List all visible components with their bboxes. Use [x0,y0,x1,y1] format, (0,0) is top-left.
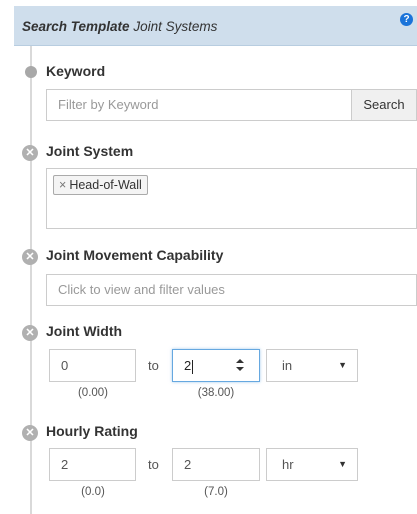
chevron-down-icon: ▼ [338,459,347,469]
hourly-rating-to-label: to [148,457,159,472]
joint-width-min-input[interactable]: 0 [49,349,136,382]
joint-width-unit-select[interactable]: in ▼ [266,349,358,382]
movement-label: Joint Movement Capability [46,247,224,263]
chevron-down-icon: ▼ [338,360,347,370]
keyword-bullet-icon [25,66,37,78]
keyword-label: Keyword [46,63,106,79]
joint-width-max-hint: (38.00) [197,387,235,399]
joint-system-tag: × Head-of-Wall [53,175,148,195]
keyword-input[interactable]: Filter by Keyword [46,89,352,121]
panel-title-subject: Joint Systems [133,19,218,34]
hourly-rating-min-hint: (0.0) [81,486,105,498]
panel-title: Search Template Joint Systems [22,19,217,34]
joint-width-unit-value: in [282,358,293,373]
hourly-rating-max-input[interactable]: 2 [172,448,260,481]
joint-width-label: Joint Width [46,323,123,339]
hourly-rating-label: Hourly Rating [46,423,138,439]
joint-system-label: Joint System [46,143,134,159]
remove-joint-width-icon[interactable]: ✕ [22,325,38,341]
panel-title-bold: Search Template [22,19,130,34]
hourly-rating-min-input[interactable]: 2 [49,448,136,481]
help-icon[interactable]: ? [400,13,413,26]
remove-movement-icon[interactable]: ✕ [22,249,38,265]
timeline-rail [30,46,32,514]
hourly-rating-max-hint: (7.0) [204,486,228,498]
joint-width-max-value: 2 [184,358,192,373]
remove-hourly-rating-icon[interactable]: ✕ [22,425,38,441]
hourly-rating-unit-value: hr [282,457,294,472]
tag-label: Head-of-Wall [69,178,142,192]
joint-width-min-hint: (0.00) [77,387,109,399]
joint-width-max-input[interactable]: 2 [172,349,260,382]
panel-header: Search Template Joint Systems ? [14,6,417,46]
search-button[interactable]: Search [352,89,417,121]
search-template-panel: Search Template Joint Systems ? Keyword … [0,0,417,514]
tag-remove-icon[interactable]: × [59,178,66,192]
hourly-rating-unit-select[interactable]: hr ▼ [266,448,358,481]
number-spinner-icon[interactable] [235,359,245,371]
joint-width-to-label: to [148,358,159,373]
text-cursor [192,359,194,374]
movement-filter-input[interactable]: Click to view and filter values [46,274,417,306]
remove-joint-system-icon[interactable]: ✕ [22,145,38,161]
